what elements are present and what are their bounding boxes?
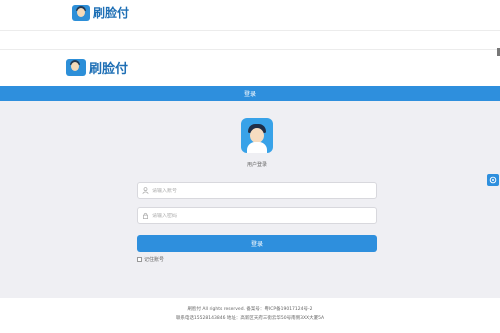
login-button[interactable]: 登录 (137, 235, 377, 252)
remember-label: 记住账号 (144, 257, 165, 263)
divider (0, 49, 500, 50)
brand-name: 刷脸付 (89, 62, 129, 77)
brand-main[interactable]: 刷脸付 (66, 58, 128, 77)
user-login-label: 用户登录 (246, 162, 267, 168)
lock-icon (138, 212, 152, 219)
brand-logo-icon (66, 59, 86, 76)
account-field[interactable] (137, 182, 377, 199)
user-icon (138, 187, 152, 194)
account-input[interactable] (152, 187, 352, 194)
password-field[interactable] (137, 207, 377, 224)
brand-name: 刷脸付 (93, 6, 130, 20)
footer-copyright: 刷脸付 All rights reserved. 备案号：粤ICP备190171… (187, 307, 313, 312)
footer: 刷脸付 All rights reserved. 备案号：粤ICP备190171… (0, 305, 500, 323)
user-avatar-icon (241, 118, 273, 153)
service-icon[interactable] (487, 174, 499, 186)
login-title-bar: 登录 (0, 86, 500, 101)
password-input[interactable] (152, 212, 352, 219)
brand-top[interactable]: 刷脸付 (72, 4, 129, 21)
footer-contact: 联系电话15528143846 地址：高新区天府三街云华50号南侧3XX大厦5A (175, 316, 325, 321)
divider (0, 30, 500, 31)
login-title: 登录 (243, 91, 256, 98)
remember-account[interactable]: 记住账号 (137, 256, 164, 263)
brand-logo-icon (72, 4, 90, 21)
remember-checkbox[interactable] (137, 257, 142, 262)
